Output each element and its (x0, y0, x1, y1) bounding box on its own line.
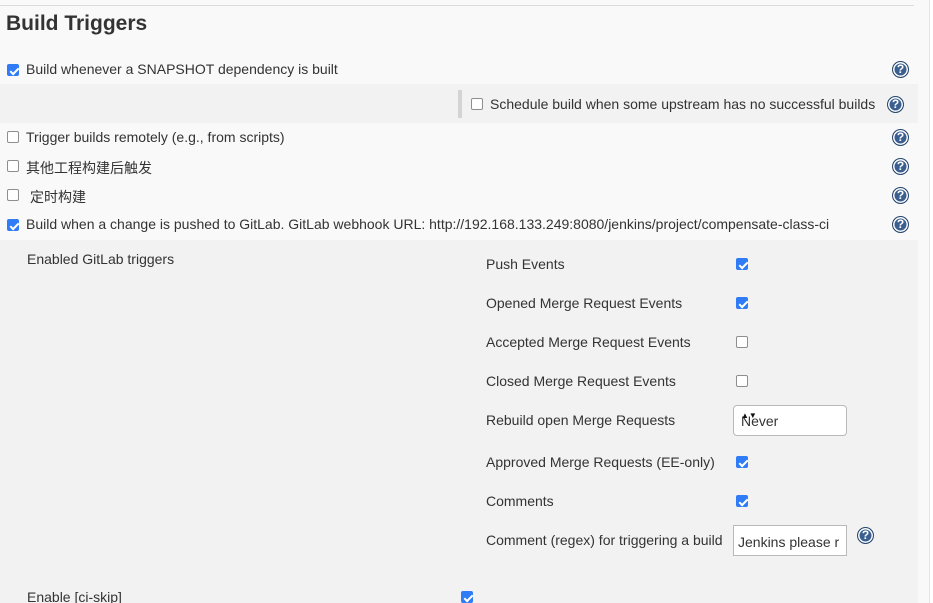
build-triggers-page: Build Triggers Build whenever a SNAPSHOT… (0, 0, 930, 603)
help-icon[interactable]: ? (892, 129, 909, 146)
section-title: Build Triggers (6, 12, 148, 35)
trigger-remote-row: Trigger builds remotely (e.g., from scri… (0, 123, 918, 152)
upstream-no-success-checkbox[interactable] (471, 98, 483, 110)
comment-regex-value: Jenkins please r (738, 534, 840, 550)
approved-mr-checkbox[interactable] (736, 456, 748, 468)
snapshot-label: Build whenever a SNAPSHOT dependency is … (26, 61, 338, 77)
push-events-label: Push Events (486, 256, 565, 272)
rebuild-open-mr-select[interactable]: Never ▲▼ (733, 405, 847, 436)
timed-build-checkbox[interactable] (7, 189, 19, 201)
remote-trigger-checkbox[interactable] (7, 131, 19, 143)
help-icon[interactable]: ? (892, 61, 909, 78)
gitlab-push-label: Build when a change is pushed to GitLab.… (26, 216, 830, 232)
remote-trigger-label: Trigger builds remotely (e.g., from scri… (26, 129, 285, 145)
help-icon[interactable]: ? (887, 96, 904, 113)
comment-regex-input[interactable]: Jenkins please r (733, 525, 847, 556)
push-events-checkbox[interactable] (736, 258, 748, 270)
rebuild-open-mr-label: Rebuild open Merge Requests (486, 412, 676, 428)
upstream-no-success-label: Schedule build when some upstream has no… (490, 96, 876, 112)
timed-build-label: 定时构建 (30, 189, 86, 205)
section-divider (0, 5, 914, 6)
snapshot-sub-options: Schedule build when some upstream has no… (0, 84, 918, 123)
select-arrows-icon: ▲▼ (741, 411, 757, 420)
help-icon[interactable]: ? (892, 158, 909, 175)
trigger-timed-row: 定时构建 ? (0, 181, 918, 210)
trigger-snapshot-row: Build whenever a SNAPSHOT dependency is … (0, 55, 918, 84)
trigger-gitlab-row: Build when a change is pushed to GitLab.… (0, 210, 918, 239)
accepted-mr-events-label: Accepted Merge Request Events (486, 334, 691, 350)
comments-label: Comments (486, 493, 554, 509)
help-icon[interactable]: ? (892, 216, 909, 233)
ci-skip-label: Enable [ci-skip] (27, 589, 122, 603)
approved-mr-label: Approved Merge Requests (EE-only) (486, 454, 715, 470)
snapshot-checkbox[interactable] (7, 64, 19, 76)
comments-checkbox[interactable] (736, 495, 748, 507)
enabled-gitlab-triggers-label: Enabled GitLab triggers (27, 251, 175, 267)
closed-mr-events-label: Closed Merge Request Events (486, 373, 676, 389)
indent-bar (458, 90, 462, 118)
opened-mr-events-label: Opened Merge Request Events (486, 295, 683, 311)
after-other-projects-label: 其他工程构建后触发 (26, 160, 152, 176)
gitlab-push-checkbox[interactable] (7, 219, 19, 231)
comment-regex-label: Comment (regex) for triggering a build (486, 532, 723, 548)
help-icon[interactable]: ? (857, 527, 874, 544)
closed-mr-events-checkbox[interactable] (736, 375, 748, 387)
help-icon[interactable]: ? (892, 187, 909, 204)
opened-mr-events-checkbox[interactable] (736, 297, 748, 309)
accepted-mr-events-checkbox[interactable] (736, 336, 748, 348)
trigger-after-other-row: 其他工程构建后触发 ? (0, 152, 918, 181)
ci-skip-checkbox[interactable] (461, 591, 473, 603)
after-other-projects-checkbox[interactable] (7, 160, 19, 172)
